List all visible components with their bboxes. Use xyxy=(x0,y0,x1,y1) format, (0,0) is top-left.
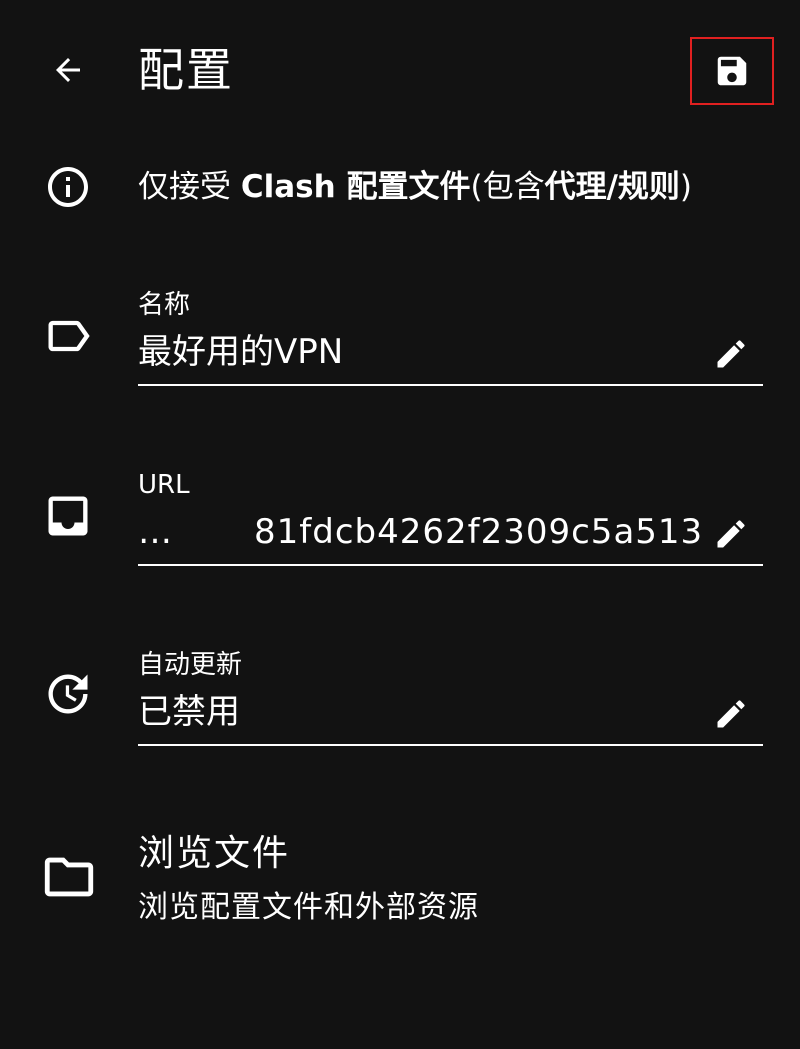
tip-bold-rules: 规则 xyxy=(617,169,680,205)
tip-slash: / xyxy=(606,169,618,205)
browse-files-title: 浏览文件 xyxy=(138,833,291,874)
auto-update-field[interactable]: 自动更新 已禁用 xyxy=(138,648,763,748)
config-tip-text: 仅接受 Clash 配置文件(包含代理/规则) xyxy=(138,165,692,209)
inbox-icon xyxy=(42,490,94,542)
tip-bold-clash: Clash 配置文件 xyxy=(240,169,471,205)
name-field-value[interactable]: 最好用的VPN xyxy=(138,328,698,376)
browse-files-item[interactable]: 浏览文件 浏览配置文件和外部资源 xyxy=(0,810,800,950)
back-button[interactable] xyxy=(36,38,100,102)
tip-prefix: 仅接受 xyxy=(138,169,241,205)
url-field-underline xyxy=(138,564,763,566)
url-field-value[interactable]: 81fdcb4262f2309c5a513 xyxy=(254,508,702,556)
edit-icon xyxy=(717,520,745,548)
arrow-back-icon xyxy=(56,58,80,82)
label-icon xyxy=(42,310,94,362)
update-icon xyxy=(42,668,94,720)
name-field-label: 名称 xyxy=(138,290,191,320)
name-field[interactable]: 名称 最好用的VPN xyxy=(138,288,763,388)
page-title: 配置 xyxy=(138,43,234,97)
auto-update-field-underline xyxy=(138,744,763,746)
url-field[interactable]: URL … 81fdcb4262f2309c5a513 xyxy=(138,468,763,568)
edit-icon xyxy=(717,340,745,368)
auto-update-field-value[interactable]: 已禁用 xyxy=(138,688,698,736)
tip-suffix: ) xyxy=(679,169,693,205)
tip-bold-proxy: 代理 xyxy=(544,169,607,205)
save-button[interactable] xyxy=(690,37,774,105)
name-field-underline xyxy=(138,384,763,386)
auto-update-field-label: 自动更新 xyxy=(138,650,243,680)
url-ellipsis: … xyxy=(138,512,172,552)
name-edit-button[interactable] xyxy=(711,334,751,374)
save-icon xyxy=(717,56,747,86)
info-icon xyxy=(42,161,94,213)
app-bar: 配置 xyxy=(0,0,800,140)
browse-files-subtitle: 浏览配置文件和外部资源 xyxy=(138,890,479,925)
auto-update-edit-button[interactable] xyxy=(711,694,751,734)
url-field-label: URL xyxy=(138,470,190,500)
tip-mid: (包含 xyxy=(470,169,545,205)
url-edit-button[interactable] xyxy=(711,514,751,554)
edit-icon xyxy=(717,700,745,728)
folder-icon xyxy=(40,848,98,906)
